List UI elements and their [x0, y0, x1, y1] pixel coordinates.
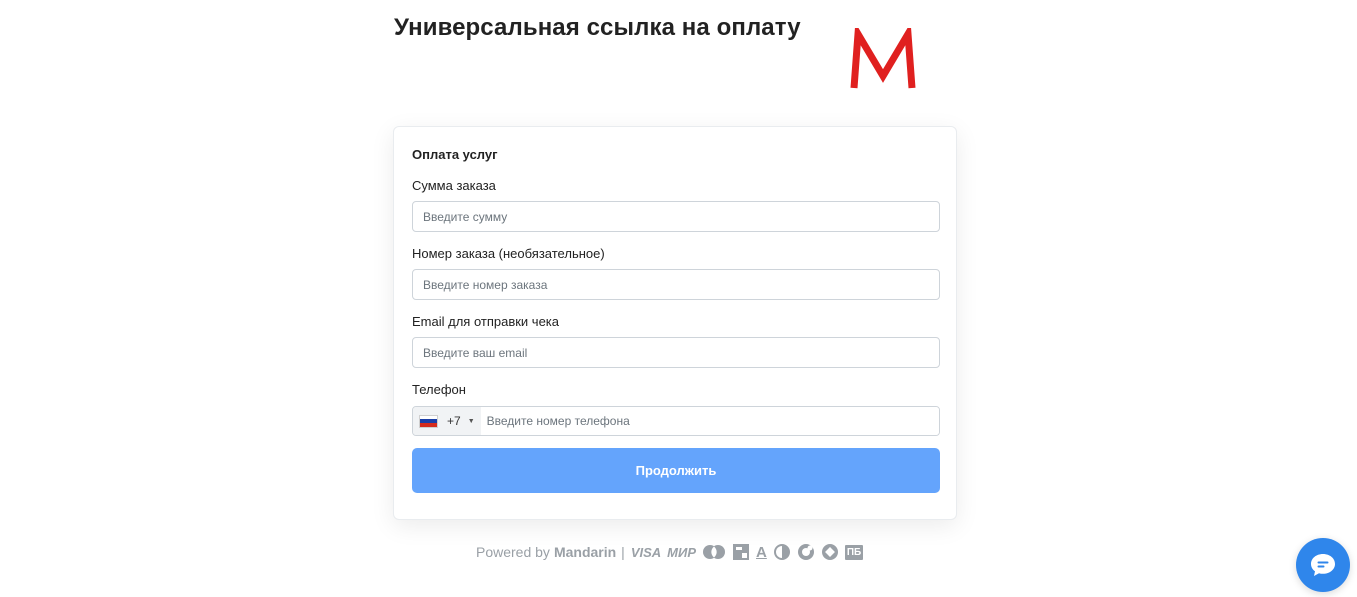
amount-label: Сумма заказа: [412, 178, 496, 193]
order-number-input[interactable]: [412, 269, 940, 300]
mts-logo: [733, 544, 750, 560]
dial-code: +7: [447, 414, 461, 428]
russia-flag-icon: [419, 414, 438, 428]
order-number-label: Номер заказа (необязательное): [412, 246, 605, 261]
chat-button[interactable]: [1296, 538, 1350, 592]
country-code-dropdown[interactable]: +7 ▼: [413, 407, 481, 435]
footer-separator: |: [621, 544, 625, 560]
payment-circle-logo-1: [773, 544, 790, 560]
payment-page: Универсальная ссылка на оплату Оплата ус…: [0, 0, 1357, 597]
payment-form-card: Оплата услуг Сумма заказа Номер заказа (…: [393, 126, 957, 520]
pb-logo: ПБ: [844, 544, 864, 560]
brand-link[interactable]: Mandarin: [554, 544, 616, 560]
mastercard-logo: [703, 545, 726, 559]
email-label: Email для отправки чека: [412, 314, 560, 329]
phone-field: +7 ▼: [412, 406, 940, 436]
powered-by-text: Powered by: [476, 544, 550, 560]
mir-logo: МИР: [667, 544, 697, 560]
continue-button[interactable]: Продолжить: [412, 448, 940, 493]
phone-input[interactable]: [480, 407, 939, 435]
payment-circle-logo-3: [821, 544, 838, 560]
mandarin-logo: [850, 28, 916, 89]
footer: Powered by Mandarin | VISA МИР А ПБ: [476, 541, 869, 563]
alfa-bank-logo: А: [756, 543, 767, 561]
chat-bubble-icon: [1311, 554, 1335, 576]
phone-label: Телефон: [412, 382, 466, 397]
caret-down-icon: ▼: [467, 417, 475, 425]
form-title: Оплата услуг: [412, 147, 498, 162]
page-title: Универсальная ссылка на оплату: [394, 14, 801, 41]
visa-logo: VISA: [630, 544, 662, 560]
payment-circle-logo-2: [797, 544, 814, 560]
amount-input[interactable]: [412, 201, 940, 232]
email-input[interactable]: [412, 337, 940, 368]
